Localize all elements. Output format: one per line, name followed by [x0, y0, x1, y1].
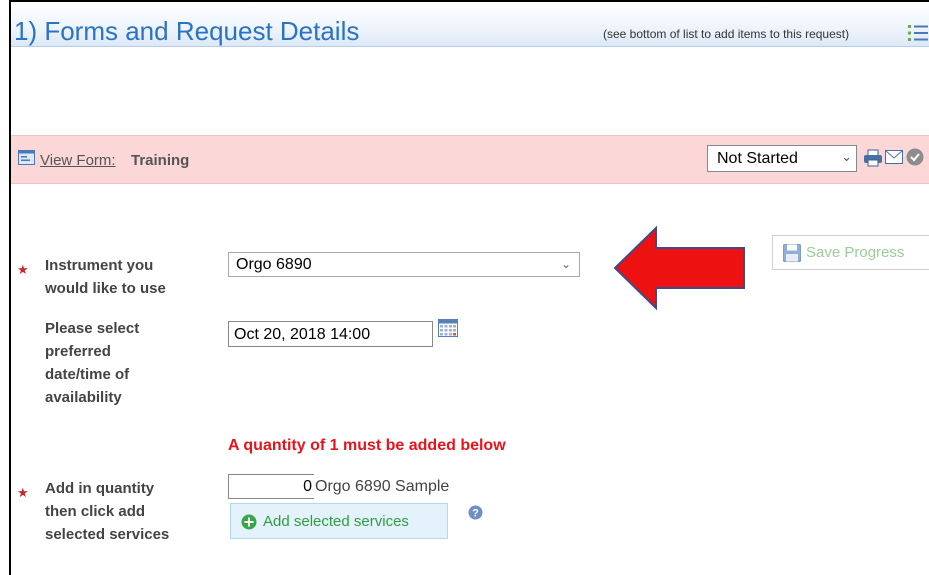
print-icon[interactable] — [863, 149, 883, 167]
list-icon[interactable] — [908, 24, 928, 42]
date-label-line: date/time of — [45, 366, 130, 383]
svg-text:?: ? — [472, 508, 479, 520]
save-icon — [783, 244, 801, 262]
quantity-input[interactable]: 0 — [228, 474, 314, 499]
section-header: 1) Forms and Request Details (see bottom… — [11, 2, 929, 47]
instrument-select-value: Orgo 6890 — [236, 256, 312, 273]
instrument-select[interactable]: Orgo 6890 ⌄ — [228, 252, 580, 277]
left-arrow-graphic — [613, 225, 745, 311]
date-label-line: Please select — [45, 320, 140, 337]
request-details-panel: 1) Forms and Request Details (see bottom… — [9, 0, 929, 575]
quantity-label: Add in quantity then click add selected … — [45, 477, 169, 546]
quantity-label-line: selected services — [45, 526, 170, 543]
quantity-label-line: Add in quantity — [45, 480, 155, 497]
date-input[interactable]: Oct 20, 2018 14:00 — [228, 321, 433, 347]
save-progress-label: Save Progress — [806, 244, 905, 261]
date-label-line: preferred — [45, 343, 111, 360]
form-icon — [18, 150, 35, 165]
check-icon[interactable] — [906, 148, 924, 166]
required-star: ★ — [17, 262, 29, 277]
instrument-label-line: Instrument you — [45, 257, 154, 274]
required-star: ★ — [17, 485, 29, 500]
form-bar: View Form: Training Not Started ⌄ — [11, 135, 929, 184]
status-select-value: Not Started — [717, 150, 798, 167]
status-select[interactable]: Not Started ⌄ — [707, 145, 857, 172]
add-selected-services-label: Add selected services — [263, 513, 409, 530]
date-label: Please select preferred date/time of ava… — [45, 317, 139, 409]
mail-icon[interactable] — [885, 150, 903, 164]
quantity-warning: A quantity of 1 must be added below — [228, 437, 506, 454]
section-title: 1) Forms and Request Details — [14, 16, 360, 46]
instrument-label: Instrument you would like to use — [45, 254, 166, 300]
service-name: Orgo 6890 Sample — [315, 478, 450, 495]
add-icon — [241, 514, 257, 530]
help-icon[interactable]: ? — [468, 505, 483, 520]
view-form-link[interactable]: View Form: — [40, 152, 116, 169]
save-progress-button[interactable]: Save Progress — [772, 235, 929, 270]
calendar-icon[interactable] — [438, 319, 458, 337]
date-label-line: availability — [45, 389, 122, 406]
instrument-label-line: would like to use — [45, 280, 166, 297]
quantity-label-line: then click add — [45, 503, 146, 520]
chevron-down-icon: ⌄ — [841, 149, 852, 164]
chevron-down-icon: ⌄ — [560, 257, 571, 271]
header-note: (see bottom of list to add items to this… — [603, 27, 850, 41]
form-name: Training — [131, 152, 190, 169]
add-selected-services-button[interactable]: Add selected services — [230, 503, 448, 539]
